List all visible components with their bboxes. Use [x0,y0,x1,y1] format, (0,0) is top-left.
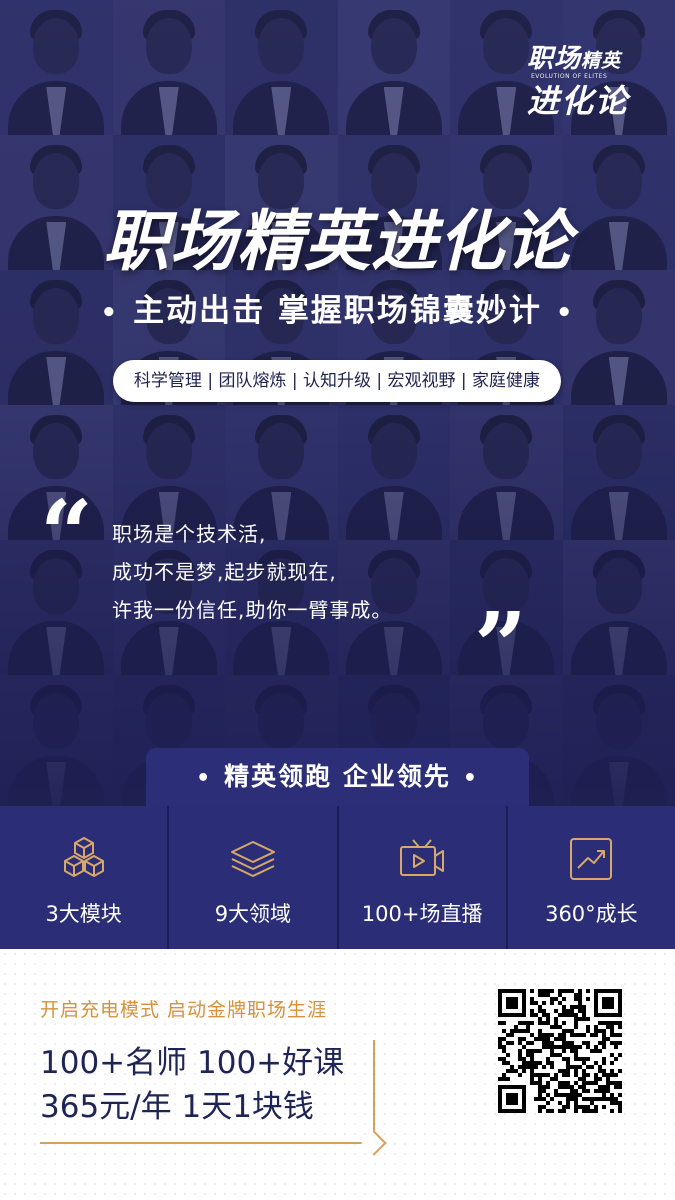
slogan-banner: • 精英领跑 企业领先 • [146,748,529,806]
banner-dot-right: • [462,766,479,791]
feature-modules: 3大模块 [0,806,170,949]
feature-label: 3大模块 [45,902,122,926]
feature-growth: 360°成长 [507,806,675,949]
banner-text: 精英领跑 企业领先 [224,762,451,791]
cta-text: 开启充电模式 启动金牌职场生涯 [40,999,328,1021]
brand-logo: 职场精英 EVOLUTION OF ELITES 进化论 [527,38,645,122]
logo-line1-b: 精英 [581,50,622,72]
feature-label: 100+场直播 [361,902,483,926]
topic-tags-pill: 科学管理 | 团队熔炼 | 认知升级 | 宏观视野 | 家庭健康 [113,360,561,402]
banner-dot-left: • [196,766,213,791]
feature-strip: 3大模块 9大领域 100+场直播 360°成长 [0,806,675,949]
bottom-section: 开启充电模式 启动金牌职场生涯 100+名师 100+好课 365元/年 1天1… [0,949,675,1200]
subtitle-dot-left: • [100,298,120,328]
subtitle: • 主动出击 掌握职场锦囊妙计 • [0,285,675,330]
quote-line: 成功不是梦,起步就现在, [112,560,337,584]
quote-text: 职场是个技术活, 成功不是梦,起步就现在, 许我一份信任,助你一臂事成。 [112,515,392,629]
main-title: 职场精英进化论 [0,188,675,284]
stats-text: 100+名师 100+好课 365元/年 1天1块钱 [40,1041,344,1129]
tv-play-icon [400,839,445,876]
feature-label: 9大领域 [214,902,292,926]
feature-livestreams: 100+场直播 [338,806,508,949]
quote-line: 许我一份信任,助你一臂事成。 [112,598,393,622]
stats-line: 365元/年 1天1块钱 [40,1089,314,1125]
subtitle-text: 主动出击 掌握职场锦囊妙计 [133,293,542,329]
feature-domains: 9大领域 [169,806,339,949]
poster: 职场精英 EVOLUTION OF ELITES 进化论 职场精英进化论 • 主动… [0,0,675,1200]
stats-line: 100+名师 100+好课 [40,1045,345,1081]
feature-label: 360°成长 [545,902,638,926]
quote-line: 职场是个技术活, [112,522,267,546]
qr-code[interactable] [498,989,622,1113]
growth-chart-icon [570,838,613,880]
layers-icon [230,841,275,877]
logo-tagline: EVOLUTION OF ELITES [531,73,608,80]
subtitle-dot-right: • [555,298,575,328]
quote-open-mark: “ [40,480,93,588]
logo-line2: 进化论 [527,82,630,120]
quote-close-mark: ” [474,592,527,700]
logo-line1-a: 职场 [527,44,582,74]
cubes-icon [63,837,104,877]
logo-line1: 职场精英 [527,38,645,75]
main-title-text: 职场精英进化论 [103,203,572,280]
